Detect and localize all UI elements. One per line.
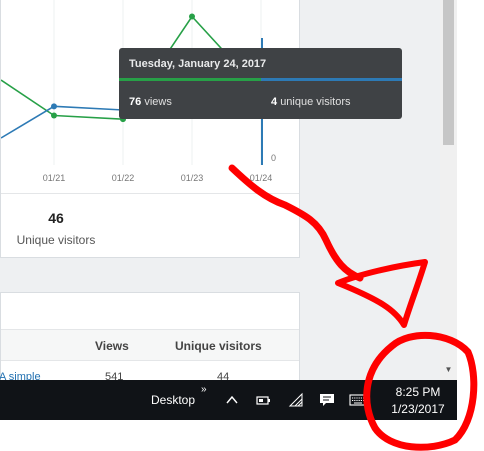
scroll-down-icon[interactable]: ▼	[443, 365, 454, 375]
views-point[interactable]	[51, 112, 57, 119]
notification-icon[interactable]	[318, 391, 336, 409]
views-point[interactable]	[189, 13, 195, 20]
battery-icon[interactable]	[254, 391, 272, 409]
tooltip-views-bar	[119, 78, 261, 81]
tooltip-visitors-value: 4	[271, 96, 278, 108]
toolbar-expand-icon[interactable]: »	[201, 384, 207, 395]
tooltip-views-value: 76	[129, 96, 142, 108]
column-header-views[interactable]: Views	[95, 339, 129, 353]
x-tick-label: 01/21	[43, 173, 66, 183]
x-tick-label: 01/23	[181, 173, 204, 183]
unique-visitors-count: 46	[48, 210, 64, 226]
x-tick-label: 01/22	[112, 173, 135, 183]
unique-visitors-label: Unique visitors	[16, 233, 96, 247]
windows-taskbar: Desktop » 8:25 PM 1/23/2017	[0, 380, 457, 420]
wifi-icon[interactable]	[287, 391, 305, 409]
clock-time[interactable]: 8:25 PM	[378, 385, 458, 399]
chevron-up-icon[interactable]	[223, 391, 241, 409]
tooltip-views-label: views	[144, 96, 172, 108]
scrollbar-thumb[interactable]	[443, 0, 454, 145]
y-tick-label: 0	[271, 153, 276, 163]
clock-date[interactable]: 1/23/2017	[378, 402, 458, 416]
tooltip-visitors-label: unique visitors	[280, 96, 351, 108]
tooltip-visitors-bar	[261, 78, 402, 81]
tooltip-date: Tuesday, January 24, 2017	[129, 58, 267, 70]
divider	[1, 193, 299, 194]
x-tick-label: 01/24	[250, 173, 273, 183]
visitors-point[interactable]	[51, 103, 57, 110]
tooltip-visitors: 4 unique visitors	[271, 96, 351, 108]
stats-chart-card: 01/2101/2201/2301/2408 46 Unique visitor…	[0, 0, 300, 258]
tooltip-views: 76 views	[129, 96, 172, 108]
keyboard-icon[interactable]	[349, 391, 367, 409]
column-header-visitors[interactable]: Unique visitors	[175, 339, 262, 353]
desktop-toolbar-label[interactable]: Desktop	[151, 393, 195, 407]
chart-tooltip: Tuesday, January 24, 2017 76 views 4 uni…	[119, 48, 402, 119]
visitors-line-lead	[1, 105, 55, 139]
top-posts-card: Views Unique visitors A simple 541 44	[0, 292, 300, 392]
